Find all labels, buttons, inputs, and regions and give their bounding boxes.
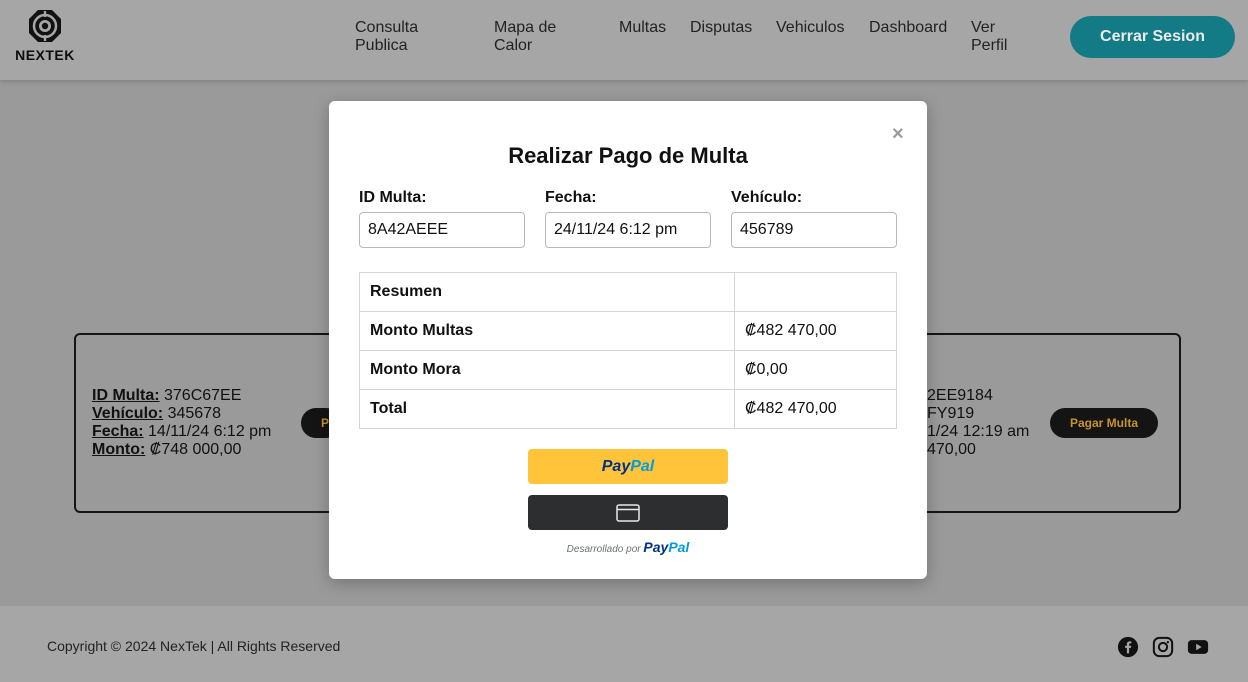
nav-disputas[interactable]: Disputas: [690, 19, 752, 37]
logout-button[interactable]: Cerrar Sesion: [1070, 16, 1235, 58]
summary-total-label: Total: [359, 389, 735, 429]
nextek-logo[interactable]: NEXTEK: [14, 9, 76, 63]
fine-id-value: 376C67EE: [164, 387, 242, 404]
summary-label: Monto Mora: [359, 350, 735, 390]
paypal-button[interactable]: Pay Pal: [528, 449, 728, 484]
paypal-logo-pay: Pay: [643, 539, 669, 555]
youtube-icon[interactable]: [1187, 636, 1209, 658]
payment-summary-table: Resumen Monto Multas ₡482 470,00 Monto M…: [359, 272, 897, 429]
logo-icon: [29, 10, 61, 42]
fine-vehicle-label: Vehículo:: [92, 405, 164, 422]
credit-card-icon: [616, 503, 640, 522]
date-input[interactable]: [545, 212, 711, 248]
nav-label: Mapa de: [494, 19, 557, 36]
fine-vehicle-value: FY919: [927, 405, 975, 422]
nav-label: Multas: [619, 19, 667, 36]
fine-date-value: 14/11/24 6:12 pm: [148, 423, 272, 440]
nav-dashboard[interactable]: Dashboard: [869, 19, 947, 37]
footer: Copyright © 2024 NexTek | All Rights Res…: [0, 606, 1248, 682]
fine-card-info: 2EE9184 FY919 1/24 12:19 am 470,00: [927, 387, 1029, 459]
nav-label: Ver: [971, 19, 996, 36]
fine-card-info: ID Multa: 376C67EE Vehículo: 345678 Fech…: [92, 387, 271, 459]
fine-date-row: Fecha: 14/11/24 6:12 pm: [92, 423, 271, 441]
table-row: Monto Mora ₡0,00: [359, 350, 897, 390]
paypal-logo-pay: Pay: [601, 457, 631, 475]
nav-label: Consulta: [355, 19, 419, 36]
powered-by-paypal: Desarrollado por PayPal: [329, 539, 927, 555]
modal-title: Realizar Pago de Multa: [508, 143, 748, 168]
nav-label: Perfil: [971, 37, 1008, 54]
nav-label: Vehiculos: [776, 19, 845, 36]
fine-id-row: ID Multa: 376C67EE: [92, 387, 271, 405]
nav-label: Dashboard: [869, 19, 948, 36]
fine-amount-value: 470,00: [927, 441, 976, 458]
copyright-text: Copyright © 2024 NexTek | All Rights Res…: [47, 638, 341, 654]
nav-label: Calor: [494, 37, 533, 54]
summary-total-value: ₡482 470,00: [734, 389, 897, 429]
vehicle-input[interactable]: [731, 212, 897, 248]
nav-ver-perfil[interactable]: Ver Perfil: [971, 19, 1007, 55]
fine-vehicle-value: 345678: [167, 405, 221, 422]
facebook-icon[interactable]: [1117, 636, 1139, 658]
table-row: Monto Multas ₡482 470,00: [359, 311, 897, 351]
table-row: Total ₡482 470,00: [359, 389, 897, 429]
fine-id-label: ID Multa:: [359, 189, 427, 206]
payment-modal: × Realizar Pago de Multa ID Multa: Fecha…: [329, 101, 927, 579]
nav-label: Publica: [355, 37, 408, 54]
fine-id-label: ID Multa:: [92, 387, 160, 404]
summary-value: ₡482 470,00: [734, 311, 897, 351]
top-navbar: NEXTEK Consulta Publica Mapa de Calor Mu…: [0, 0, 1248, 80]
table-row: Resumen: [359, 272, 897, 312]
fine-vehicle-row: Vehículo: 345678: [92, 405, 271, 423]
paypal-logo-pal: Pal: [630, 457, 655, 475]
fine-id-input[interactable]: [359, 212, 525, 248]
debit-credit-card-button[interactable]: [528, 495, 728, 530]
paypal-logo-pal: Pal: [668, 539, 690, 555]
fine-amount-row: Monto: ₡748 000,00: [92, 441, 271, 459]
summary-value: ₡0,00: [734, 350, 897, 390]
fine-amount-label: Monto:: [92, 441, 146, 458]
fine-id-value: 2EE9184: [927, 387, 993, 404]
summary-label: Monto Multas: [359, 311, 735, 351]
summary-header: Resumen: [359, 272, 735, 312]
nav-mapa-de-calor[interactable]: Mapa de Calor: [494, 19, 556, 55]
fine-amount-value: ₡748 000,00: [149, 441, 242, 458]
logo-text: NEXTEK: [15, 47, 75, 63]
nav-vehiculos[interactable]: Vehiculos: [776, 19, 845, 37]
instagram-icon[interactable]: [1152, 636, 1174, 658]
nav-consulta-publica[interactable]: Consulta Publica: [355, 19, 418, 55]
pay-fine-button[interactable]: Pagar Multa: [1050, 408, 1158, 438]
nav-label: Disputas: [690, 19, 753, 36]
fine-date-label: Fecha:: [92, 423, 144, 440]
fine-date-value: 1/24 12:19 am: [927, 423, 1030, 440]
nav-multas[interactable]: Multas: [619, 19, 666, 37]
date-label: Fecha:: [545, 189, 597, 206]
summary-header-value: [734, 272, 897, 312]
powered-by-text: Desarrollado por: [566, 544, 641, 555]
vehicle-label: Vehículo:: [731, 189, 803, 206]
